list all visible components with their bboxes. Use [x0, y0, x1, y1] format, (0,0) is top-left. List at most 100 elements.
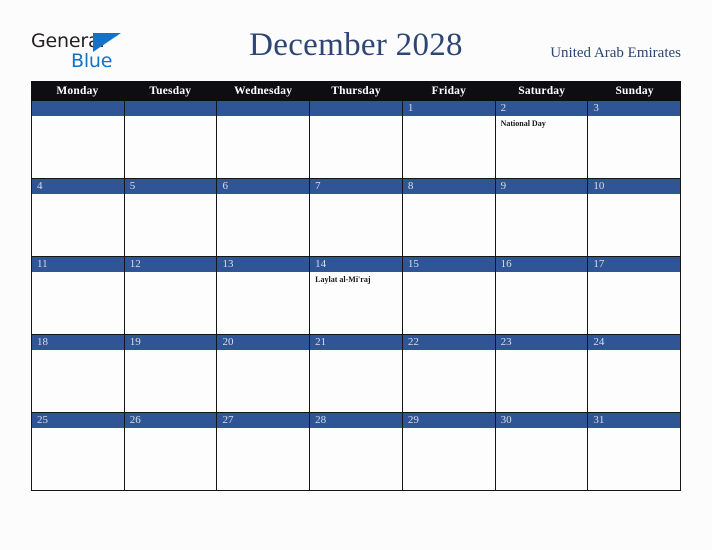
day-events — [403, 350, 495, 412]
calendar-day-cell[interactable]: 28 — [310, 413, 403, 490]
day-events — [496, 428, 588, 490]
calendar-page: General Blue December 2028 United Arab E… — [0, 0, 712, 550]
calendar-day-cell[interactable]: 7 — [310, 179, 403, 256]
day-number: 28 — [315, 414, 327, 426]
weekday-header-saturday: Saturday — [518, 85, 566, 97]
event-label: Laylat al-Mi'raj — [315, 275, 371, 284]
day-number: 15 — [407, 258, 419, 270]
calendar-day-cell[interactable]: 17 — [588, 257, 682, 334]
calendar-day-cell[interactable]: 19 — [124, 335, 218, 412]
day-number-bar: 20 — [217, 335, 310, 350]
calendar-day-cell[interactable]: 20 — [217, 335, 311, 412]
page-header: General Blue December 2028 United Arab E… — [0, 0, 712, 81]
day-number: 17 — [593, 258, 605, 270]
calendar-day-cell[interactable]: 8 — [402, 179, 496, 256]
day-number-bar: 21 — [310, 335, 402, 350]
day-events — [32, 194, 124, 256]
calendar-day-cell[interactable]: 30 — [495, 413, 589, 490]
day-number: 2 — [500, 102, 507, 114]
day-events: Laylat al-Mi'raj — [310, 272, 402, 334]
day-number: 12 — [129, 258, 141, 270]
day-events — [217, 272, 309, 334]
day-number-bar: 15 — [402, 257, 495, 272]
calendar-day-cell[interactable]: 3 — [588, 101, 682, 178]
day-number-bar: 11 — [32, 257, 124, 272]
day-number: 16 — [500, 258, 512, 270]
calendar-day-cell[interactable] — [310, 101, 403, 178]
day-events — [125, 116, 217, 178]
day-events — [310, 428, 402, 490]
calendar-day-cell[interactable]: 27 — [217, 413, 311, 490]
calendar-day-cell[interactable]: 5 — [124, 179, 218, 256]
calendar-day-cell[interactable]: 24 — [588, 335, 682, 412]
day-number-bar: 31 — [588, 413, 681, 428]
calendar-day-cell[interactable]: 9 — [495, 179, 589, 256]
calendar-day-cell[interactable]: 6 — [217, 179, 311, 256]
calendar-day-cell[interactable]: 11 — [32, 257, 125, 334]
calendar-week-row: 4 5 6 7 8 9 10 — [31, 179, 682, 257]
day-events — [588, 194, 680, 256]
day-number-bar: 17 — [588, 257, 681, 272]
calendar-day-cell[interactable] — [217, 101, 311, 178]
day-events — [496, 350, 588, 412]
day-events — [32, 272, 124, 334]
calendar-day-cell[interactable]: 10 — [588, 179, 682, 256]
calendar-day-cell[interactable]: 15 — [402, 257, 496, 334]
calendar-day-cell[interactable]: 22 — [402, 335, 496, 412]
calendar-day-cell[interactable]: 2 National Day — [495, 101, 589, 178]
day-events: National Day — [496, 116, 588, 178]
calendar-day-cell[interactable]: 29 — [402, 413, 496, 490]
day-number: 4 — [37, 180, 43, 192]
day-events — [125, 350, 217, 412]
day-number-bar — [32, 101, 124, 116]
weekday-header-wednesday: Wednesday — [234, 85, 293, 97]
day-number-bar: 10 — [588, 179, 681, 194]
day-number-bar: 6 — [217, 179, 310, 194]
calendar-day-cell[interactable] — [124, 101, 218, 178]
day-number: 20 — [222, 336, 234, 348]
calendar-day-cell[interactable] — [32, 101, 125, 178]
calendar-day-cell[interactable]: 13 — [217, 257, 311, 334]
calendar-day-cell[interactable]: 25 — [32, 413, 125, 490]
calendar-day-cell[interactable]: 26 — [124, 413, 218, 490]
day-number-bar: 30 — [495, 413, 588, 428]
weekday-header-monday: Monday — [56, 85, 99, 97]
weekday-header-friday: Friday — [431, 85, 467, 97]
calendar-week-row: 1 2 National Day 3 — [31, 101, 682, 179]
day-events — [496, 194, 588, 256]
day-events — [588, 272, 680, 334]
day-number: 29 — [407, 414, 419, 426]
day-events — [588, 350, 680, 412]
calendar-day-cell[interactable]: 31 — [588, 413, 682, 490]
day-number-bar: 26 — [124, 413, 217, 428]
calendar-day-cell[interactable]: 4 — [32, 179, 125, 256]
calendar-day-cell[interactable]: 16 — [495, 257, 589, 334]
calendar-day-cell[interactable]: 12 — [124, 257, 218, 334]
day-events — [310, 350, 402, 412]
day-number: 6 — [222, 180, 228, 192]
day-number: 18 — [37, 336, 48, 348]
day-events — [403, 116, 495, 178]
country-label: United Arab Emirates — [550, 45, 681, 61]
day-events — [125, 428, 217, 490]
calendar-grid: Monday Tuesday Wednesday Thursday Friday… — [31, 81, 682, 491]
calendar-day-cell[interactable]: 1 — [402, 101, 496, 178]
day-number: 3 — [593, 102, 599, 114]
day-number: 7 — [315, 180, 321, 192]
day-events — [588, 428, 680, 490]
day-events — [125, 194, 217, 256]
day-events — [217, 116, 309, 178]
calendar-day-cell[interactable]: 18 — [32, 335, 125, 412]
day-number: 24 — [593, 336, 605, 348]
day-events — [403, 194, 495, 256]
calendar-day-cell[interactable]: 21 — [310, 335, 403, 412]
day-number-bar: 28 — [310, 413, 402, 428]
calendar-day-cell[interactable]: 14 Laylat al-Mi'raj — [310, 257, 403, 334]
calendar-day-cell[interactable]: 23 — [495, 335, 589, 412]
day-number: 22 — [407, 336, 419, 348]
day-number: 31 — [593, 414, 605, 426]
day-number: 13 — [222, 258, 234, 270]
day-number-bar: 3 — [588, 101, 681, 116]
day-number-bar: 8 — [402, 179, 495, 194]
weekday-header-row: Monday Tuesday Wednesday Thursday Friday… — [31, 81, 681, 101]
